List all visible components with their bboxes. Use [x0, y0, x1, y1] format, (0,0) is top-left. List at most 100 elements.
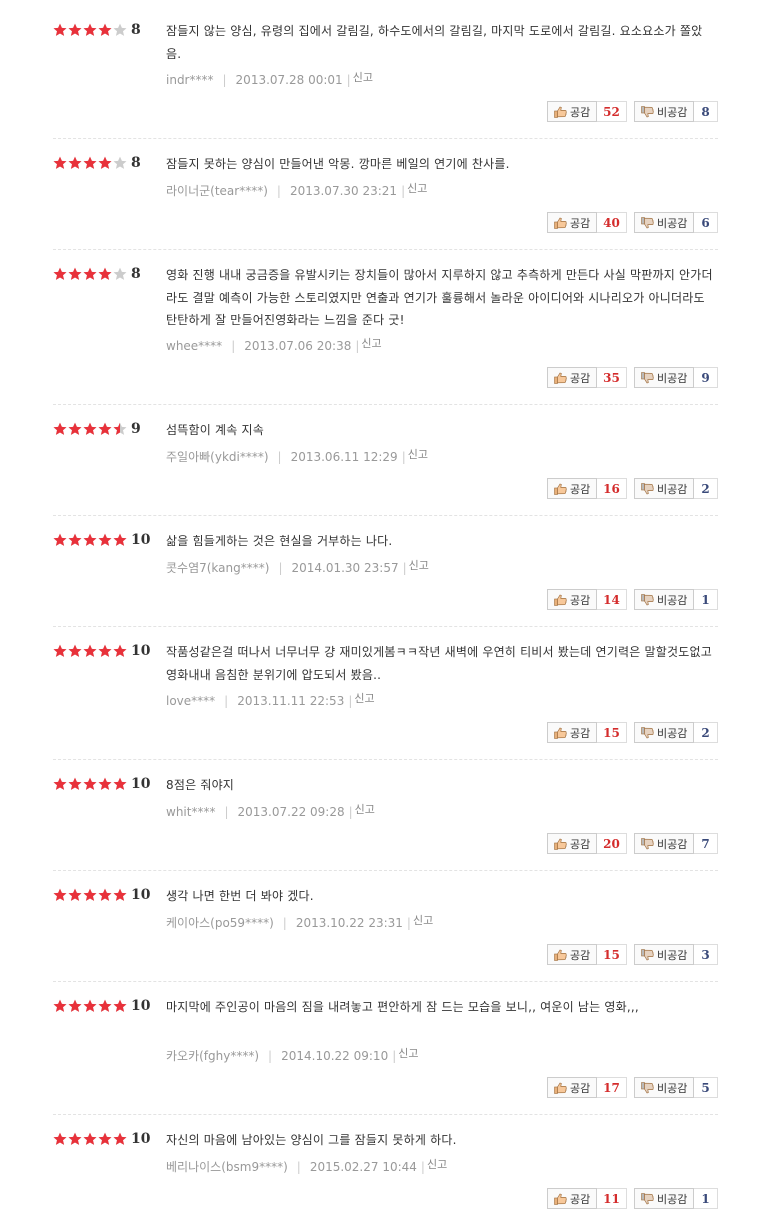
report-link[interactable]: 신고 [355, 803, 375, 816]
star-rating [53, 643, 128, 659]
like-button[interactable]: 공감 [547, 833, 597, 854]
rating-score: 10 [131, 1131, 151, 1147]
review-author[interactable]: indr**** [166, 73, 214, 87]
dislike-button[interactable]: 비공감 [634, 1188, 694, 1209]
like-button[interactable]: 공감 [547, 101, 597, 122]
review-meta: love**** | 2013.11.11 22:53 | 신고 [166, 692, 375, 710]
review-author[interactable]: whit**** [166, 805, 215, 819]
report-link[interactable]: 신고 [398, 1047, 418, 1060]
dislike-label: 비공감 [657, 371, 688, 385]
star-rating [53, 776, 128, 792]
dislike-button[interactable]: 비공감 [634, 101, 694, 122]
dislike-count: 1 [694, 589, 718, 610]
star-full-icon [98, 533, 112, 547]
like-count: 17 [597, 1077, 627, 1098]
like-count: 15 [597, 722, 627, 743]
star-full-icon [53, 1132, 67, 1146]
review-item: 10 8점은 줘야지 whit**** | 2013.07.22 09:28 | 신고 공감 2… [53, 776, 718, 871]
review-author[interactable]: 베리나이스(bsm9****) [166, 1160, 288, 1174]
review-author[interactable]: 케이아스(po59****) [166, 916, 274, 930]
meta-divider: | [282, 916, 287, 930]
dislike-button[interactable]: 비공감 [634, 1077, 694, 1098]
star-full-icon [98, 23, 112, 37]
report-link[interactable]: 신고 [407, 182, 427, 195]
thumbs-up-icon [554, 949, 567, 961]
like-button[interactable]: 공감 [547, 589, 597, 610]
dislike-button[interactable]: 비공감 [634, 212, 694, 233]
meta-divider: | [402, 561, 407, 575]
report-link[interactable]: 신고 [427, 1158, 447, 1171]
like-button[interactable]: 공감 [547, 1077, 597, 1098]
review-actions: 공감 16 비공감 2 [547, 478, 718, 499]
review-author[interactable]: whee**** [166, 339, 222, 353]
rating-score: 10 [131, 887, 151, 903]
dislike-button[interactable]: 비공감 [634, 367, 694, 388]
like-label: 공감 [570, 593, 591, 607]
star-full-icon [113, 1132, 127, 1146]
like-button[interactable]: 공감 [547, 367, 597, 388]
report-link[interactable]: 신고 [409, 559, 429, 572]
star-rating [53, 1131, 128, 1147]
star-full-icon [83, 1132, 97, 1146]
review-item: 8 영화 진행 내내 궁금증을 유발시키는 장치들이 많아서 지루하지 않고 추측… [53, 266, 718, 405]
meta-divider: | [392, 1049, 397, 1063]
like-button[interactable]: 공감 [547, 212, 597, 233]
like-label: 공감 [570, 1192, 591, 1206]
review-text: 잠들지 않는 양심, 유령의 집에서 갈림길, 하수도에서의 갈림길, 마지막 … [166, 24, 703, 61]
review-actions: 공감 52 비공감 8 [547, 101, 718, 122]
like-button[interactable]: 공감 [547, 478, 597, 499]
like-button[interactable]: 공감 [547, 1188, 597, 1209]
dislike-button[interactable]: 비공감 [634, 944, 694, 965]
review-author[interactable]: love**** [166, 694, 215, 708]
review-divider [53, 981, 718, 982]
star-full-icon [113, 888, 127, 902]
like-label: 공감 [570, 371, 591, 385]
report-link[interactable]: 신고 [361, 337, 381, 350]
star-rating [53, 998, 128, 1014]
dislike-label: 비공감 [657, 1192, 688, 1206]
review-author[interactable]: 주일아빠(ykdi****) [166, 450, 269, 464]
rating-score: 10 [131, 998, 151, 1014]
star-full-icon [68, 1132, 82, 1146]
review-text: 8점은 줘야지 [166, 778, 235, 792]
star-full-icon [83, 777, 97, 791]
dislike-button[interactable]: 비공감 [634, 589, 694, 610]
dislike-button[interactable]: 비공감 [634, 833, 694, 854]
review-date: 2015.02.27 10:44 [309, 1160, 417, 1174]
dislike-count: 3 [694, 944, 718, 965]
report-link[interactable]: 신고 [354, 692, 374, 705]
thumbs-up-icon [554, 106, 567, 118]
report-link[interactable]: 신고 [408, 448, 428, 461]
star-full-icon [98, 999, 112, 1013]
star-full-icon [98, 1132, 112, 1146]
review-author[interactable]: 카오카(fghy****) [166, 1049, 259, 1063]
meta-divider: | [296, 1160, 301, 1174]
review-text: 섬뜩함이 계속 지속 [166, 423, 264, 437]
star-rating [53, 421, 128, 437]
like-count: 35 [597, 367, 627, 388]
dislike-label: 비공감 [657, 105, 688, 119]
review-author[interactable]: 콧수염7(kang****) [166, 561, 269, 575]
like-count: 15 [597, 944, 627, 965]
star-full-icon [53, 533, 67, 547]
review-actions: 공감 17 비공감 5 [547, 1077, 718, 1098]
review-divider [53, 870, 718, 871]
like-count: 14 [597, 589, 627, 610]
star-full-icon [68, 777, 82, 791]
report-link[interactable]: 신고 [413, 914, 433, 927]
review-meta: indr**** | 2013.07.28 00:01 | 신고 [166, 71, 373, 89]
star-full-icon [83, 888, 97, 902]
meta-divider: | [276, 184, 281, 198]
dislike-label: 비공감 [657, 837, 688, 851]
report-link[interactable]: 신고 [353, 71, 373, 84]
star-full-icon [98, 267, 112, 281]
star-full-icon [98, 156, 112, 170]
like-button[interactable]: 공감 [547, 722, 597, 743]
thumbs-up-icon [554, 372, 567, 384]
review-meta: whit**** | 2013.07.22 09:28 | 신고 [166, 803, 375, 821]
dislike-button[interactable]: 비공감 [634, 722, 694, 743]
review-author[interactable]: 라이너군(tear****) [166, 184, 268, 198]
star-full-icon [83, 644, 97, 658]
like-button[interactable]: 공감 [547, 944, 597, 965]
dislike-button[interactable]: 비공감 [634, 478, 694, 499]
